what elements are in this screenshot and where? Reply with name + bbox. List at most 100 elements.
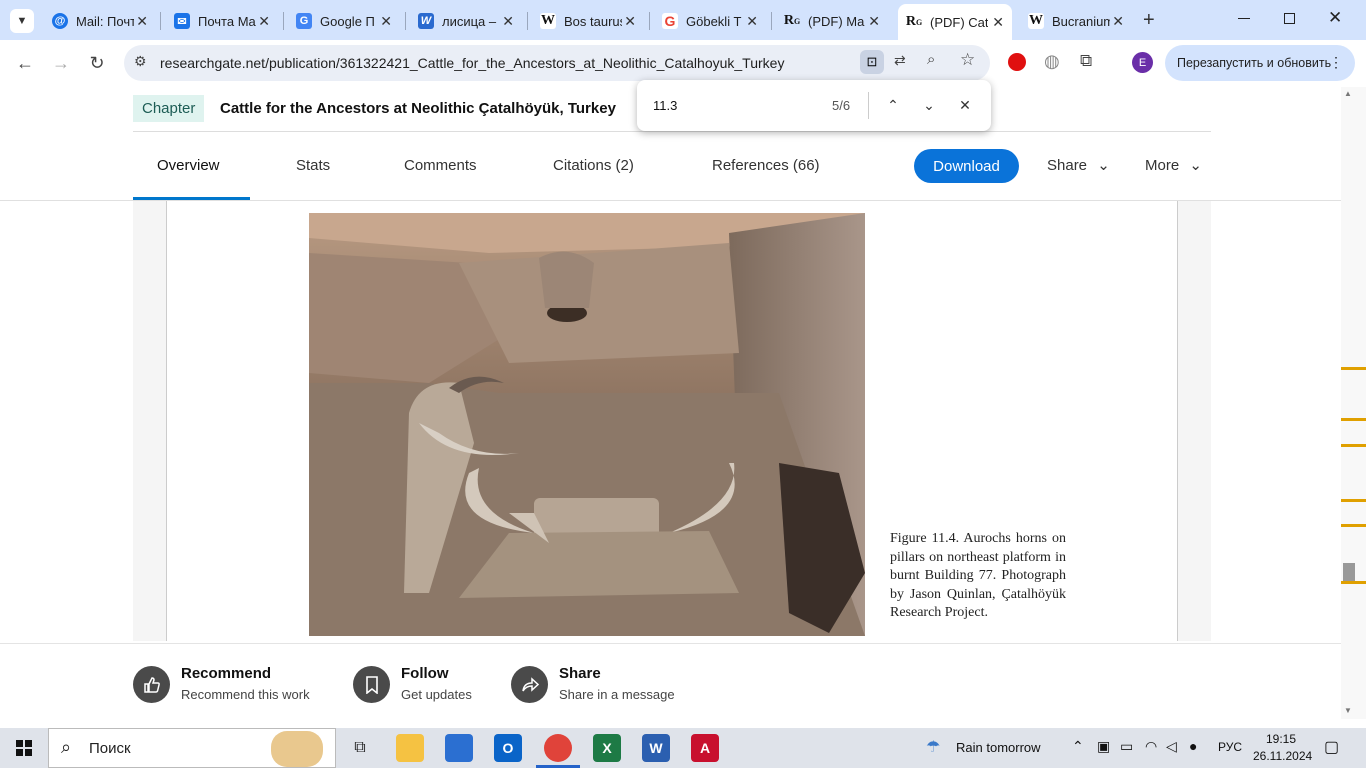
maximize-icon[interactable] [1284, 13, 1295, 24]
windows-start-icon[interactable] [16, 740, 32, 756]
close-tab-icon[interactable]: ✕ [868, 13, 880, 30]
kebab-menu-icon[interactable]: ⋮ [1329, 54, 1343, 71]
close-tab-icon[interactable]: ✕ [136, 13, 148, 30]
outlook-icon[interactable]: O [494, 734, 522, 762]
chevron-down-icon[interactable]: ⌄ [918, 94, 940, 116]
pdf-viewer[interactable]: Figure 11.4. Aurochs horns on pillars on… [133, 201, 1211, 641]
new-tab-icon[interactable]: + [1143, 9, 1155, 32]
bookmark-star-icon[interactable]: ☆ [960, 50, 975, 70]
reload-icon[interactable]: ↻ [85, 51, 109, 75]
share-dropdown[interactable]: Share ⌄ [1047, 156, 1110, 174]
address-bar[interactable]: ⚙ researchgate.net/publication/361322421… [124, 45, 990, 81]
relaunch-update-button[interactable]: Перезапустить и обновить ⋮ [1165, 45, 1355, 81]
mic-icon[interactable]: ● [1189, 738, 1197, 754]
browser-tab-active[interactable]: RG (PDF) Cat ✕ [898, 4, 1012, 40]
notifications-icon[interactable]: ▢ [1324, 737, 1339, 757]
find-bar: 11.3 5/6 ⌃ ⌄ ✕ [637, 80, 991, 131]
follow-subtitle: Get updates [401, 687, 472, 702]
extensions-puzzle-icon[interactable]: ⧉ [1080, 51, 1092, 71]
search-placeholder: Поиск [89, 740, 131, 757]
close-find-icon[interactable]: ✕ [954, 94, 976, 116]
recommend-button[interactable] [133, 666, 170, 703]
researchgate-icon: RG [783, 13, 801, 28]
file-explorer-icon[interactable] [396, 734, 424, 762]
chrome-icon[interactable] [544, 734, 572, 762]
clock-time[interactable]: 19:15 [1266, 732, 1296, 746]
search-highlight-icon [271, 731, 323, 767]
url-text[interactable]: researchgate.net/publication/361322421_C… [160, 55, 784, 71]
store-icon[interactable] [445, 734, 473, 762]
word-icon[interactable]: W [642, 734, 670, 762]
close-tab-icon[interactable]: ✕ [380, 13, 392, 30]
back-arrow-icon[interactable]: ← [13, 51, 37, 75]
browser-tab-5[interactable]: W Bos taurus ✕ [532, 6, 644, 36]
tab-search-button[interactable]: ▼ [10, 9, 34, 33]
page-scrollbar[interactable]: ▲ ▼ [1341, 87, 1366, 719]
close-tab-icon[interactable]: ✕ [1112, 13, 1124, 30]
weather-icon[interactable]: ☂ [926, 737, 940, 757]
browser-tab-7[interactable]: RG (PDF) Ma ✕ [776, 6, 888, 36]
find-input[interactable]: 11.3 [653, 98, 677, 113]
close-tab-icon[interactable]: ✕ [746, 13, 758, 30]
browser-tab-1[interactable]: @ Mail: Почта ✕ [44, 6, 156, 36]
tray-chevron-up-icon[interactable]: ⌃ [1072, 738, 1084, 755]
tab-overview[interactable]: Overview [157, 157, 220, 174]
wifi-icon[interactable]: ◠ [1145, 738, 1157, 755]
forward-arrow-icon[interactable]: → [49, 51, 73, 75]
tab-stats[interactable]: Stats [296, 157, 330, 174]
recommend-title[interactable]: Recommend [181, 665, 271, 682]
globe-extension-icon[interactable]: ◍ [1044, 51, 1060, 72]
scrollbar-thumb[interactable] [1343, 563, 1355, 583]
browser-tab-2[interactable]: ✉ Почта Mail ✕ [166, 6, 278, 36]
minimize-icon[interactable] [1238, 18, 1250, 19]
close-window-icon[interactable]: ✕ [1328, 8, 1342, 28]
tab-title: Bucranium [1052, 13, 1110, 29]
close-tab-icon[interactable]: ✕ [258, 13, 270, 30]
find-match-count: 5/6 [832, 98, 851, 113]
translate-page-icon[interactable]: ⇄ [894, 52, 906, 69]
excel-icon[interactable]: X [593, 734, 621, 762]
acrobat-icon[interactable]: A [691, 734, 719, 762]
tab-divider [405, 12, 406, 30]
close-tab-icon[interactable]: ✕ [502, 13, 514, 30]
profile-avatar[interactable]: E [1132, 52, 1153, 73]
weather-text[interactable]: Rain tomorrow [956, 740, 1041, 755]
close-tab-icon[interactable]: ✕ [992, 14, 1004, 31]
thumbs-up-icon [143, 676, 160, 693]
more-dropdown[interactable]: More ⌄ [1145, 156, 1202, 174]
volume-icon[interactable]: ◁ [1166, 738, 1177, 755]
follow-button[interactable] [353, 666, 390, 703]
site-settings-icon[interactable]: ⚙ [134, 53, 147, 70]
browser-tab-4[interactable]: W лисица – ✕ [410, 6, 522, 36]
browser-tab-3[interactable]: G Google П ✕ [288, 6, 400, 36]
tab-references[interactable]: References (66) [712, 157, 820, 174]
language-indicator[interactable]: РУС [1218, 740, 1242, 754]
battery-icon[interactable]: ▭ [1120, 738, 1133, 755]
tray-device-icon[interactable]: ▣ [1097, 738, 1110, 755]
share-title[interactable]: Share [559, 665, 601, 682]
scroll-down-arrow[interactable]: ▼ [1344, 706, 1352, 715]
lens-icon[interactable]: ⊡ [860, 50, 884, 74]
browser-tab-strip: ▼ @ Mail: Почта ✕ ✉ Почта Mail ✕ G Googl… [0, 0, 1366, 40]
find-match-marker [1341, 499, 1366, 502]
task-view-icon[interactable]: ⧉ [346, 734, 374, 762]
zoom-icon[interactable]: ⌕ [927, 51, 935, 68]
follow-title[interactable]: Follow [401, 665, 449, 682]
chapter-badge: Chapter [133, 95, 205, 122]
scroll-up-arrow[interactable]: ▲ [1344, 89, 1352, 98]
clock-date[interactable]: 26.11.2024 [1253, 749, 1312, 763]
tab-citations[interactable]: Citations (2) [553, 157, 634, 174]
browser-tab-9[interactable]: W Bucranium ✕ [1020, 6, 1132, 36]
taskbar-search[interactable]: ⌕ Поиск [48, 728, 336, 768]
tab-title: Mail: Почта [76, 13, 134, 29]
tab-title: (PDF) Cat [930, 14, 988, 30]
share-button[interactable] [511, 666, 548, 703]
tab-comments[interactable]: Comments [404, 157, 477, 174]
chevron-up-icon[interactable]: ⌃ [882, 94, 904, 116]
close-tab-icon[interactable]: ✕ [624, 13, 636, 30]
page-content: Chapter Cattle for the Ancestors at Neol… [0, 87, 1341, 719]
browser-tab-6[interactable]: G Göbekli T ✕ [654, 6, 766, 36]
page-title: Cattle for the Ancestors at Neolithic Ça… [220, 100, 616, 117]
download-button[interactable]: Download [914, 149, 1019, 183]
extension-stop-icon[interactable] [1008, 53, 1026, 71]
